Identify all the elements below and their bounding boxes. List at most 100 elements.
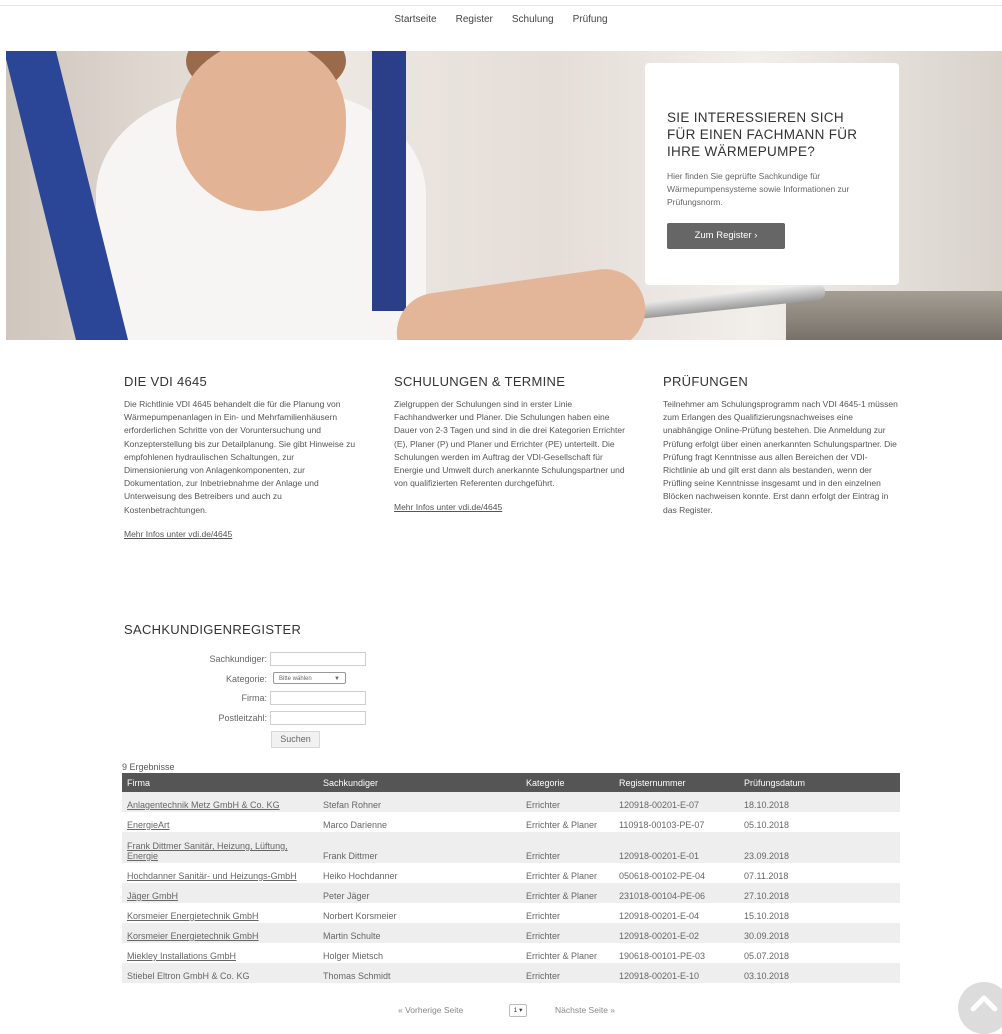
mehr-infos-link[interactable]: Mehr Infos unter vdi.de/4645 xyxy=(124,529,232,539)
cell-firma: Jäger GmbH xyxy=(122,883,318,903)
cell-registernummer: 050618-00102-PE-04 xyxy=(619,871,706,881)
main-nav: Startseite Register Schulung Prüfung xyxy=(0,14,1002,25)
info-column-schulungen: SCHULUNGEN & TERMINE Zielgruppen der Sch… xyxy=(394,374,629,513)
cell-sachkundiger: Frank Dittmer xyxy=(318,832,521,863)
cell-kategorie: Errichter & Planer xyxy=(526,871,598,881)
hero-title: SIE INTERESSIEREN SICH FÜR EINEN FACHMAN… xyxy=(667,110,858,159)
suchen-button[interactable]: Suchen xyxy=(271,731,320,748)
column-title: SCHULUNGEN & TERMINE xyxy=(394,374,566,389)
firma-link[interactable]: Hochdanner Sanitär- und Heizungs-GmbH xyxy=(127,871,297,881)
form-row-kategorie: Kategorie: Bitte wählen ▼ xyxy=(130,672,430,686)
firma-link[interactable]: Miekley Installations GmbH xyxy=(127,951,236,961)
cell-firma: Korsmeier Energietechnik GmbH xyxy=(122,903,318,923)
hero-arm-shape xyxy=(391,263,651,340)
firma-link[interactable]: Korsmeier Energietechnik GmbH xyxy=(127,911,259,921)
column-text: Die Richtlinie VDI 4645 behandelt die fü… xyxy=(124,399,356,515)
table-row: Miekley Installations GmbH Holger Mietsch… xyxy=(122,943,900,963)
cell-kategorie: Errichter & Planer xyxy=(526,820,598,830)
chevron-down-icon: ▼ xyxy=(334,676,340,682)
column-header-pruefungsdatum[interactable]: Prüfungsdatum xyxy=(739,773,900,792)
cell-kategorie: Errichter xyxy=(521,792,614,812)
cell-pruefungsdatum: 23.09.2018 xyxy=(739,832,900,863)
plz-input[interactable] xyxy=(270,711,366,725)
column-title: DIE VDI 4645 xyxy=(124,374,208,389)
cell-registernummer: 120918-00201-E-02 xyxy=(614,923,739,943)
hero-strap-shape xyxy=(372,51,406,311)
cell-registernummer: 231018-00104-PE-06 xyxy=(614,883,739,903)
cell-firma: Frank Dittmer Sanitär, Heizung, Lüftung,… xyxy=(122,832,318,863)
cell-firma: Korsmeier Energietechnik GmbH xyxy=(122,923,318,943)
page-select[interactable]: 1 ▾ xyxy=(509,1004,527,1017)
table-row: Korsmeier Energietechnik GmbH Martin Schu… xyxy=(122,923,900,943)
cell-sachkundiger: Stefan Rohner xyxy=(318,792,521,812)
column-text: Teilnehmer am Schulungsprogramm nach VDI… xyxy=(663,399,898,515)
form-row-plz: Postleitzahl: xyxy=(130,711,430,725)
kategorie-label: Kategorie: xyxy=(225,674,267,684)
table-header-row: Firma Sachkundiger Kategorie Registernum… xyxy=(122,773,900,792)
cell-kategorie: Errichter & Planer xyxy=(521,883,614,903)
cell-firma: Hochdanner Sanitär- und Heizungs-GmbH xyxy=(122,863,318,883)
cell-pruefungsdatum: 03.10.2018 xyxy=(739,963,900,983)
kategorie-selected-value: Bitte wählen xyxy=(279,676,312,682)
cell-sachkundiger: Martin Schulte xyxy=(318,923,521,943)
cell-pruefungsdatum: 27.10.2018 xyxy=(739,883,900,903)
cell-sachkundiger: Norbert Korsmeier xyxy=(323,911,397,921)
table-row: Anlagentechnik Metz GmbH & Co. KG Stefan … xyxy=(122,792,900,812)
prev-page-link[interactable]: « Vorherige Seite xyxy=(398,1005,463,1015)
register-table: Firma Sachkundiger Kategorie Registernum… xyxy=(122,773,900,983)
table-row: Jäger GmbH Peter Jäger Errichter & Planer 2… xyxy=(122,883,900,903)
column-header-registernummer[interactable]: Registernummer xyxy=(614,773,739,792)
table-row: Stiebel Eltron GmbH & Co. KG Thomas Schmi… xyxy=(122,963,900,983)
next-page-link[interactable]: Nächste Seite » xyxy=(555,1005,615,1015)
cell-pruefungsdatum: 30.09.2018 xyxy=(739,923,900,943)
firma-link[interactable]: Jäger GmbH xyxy=(127,891,178,901)
column-text: Zielgruppen der Schulungen sind in erste… xyxy=(394,399,625,489)
nav-startseite[interactable]: Startseite xyxy=(394,14,436,25)
page-number: 1 xyxy=(513,1007,518,1014)
cell-sachkundiger: Holger Mietsch xyxy=(323,951,384,961)
result-count: 9 Ergebnisse xyxy=(122,762,175,772)
firma-link[interactable]: Anlagentechnik Metz GmbH & Co. KG xyxy=(127,800,280,810)
info-column-pruefungen: PRÜFUNGEN Teilnehmer am Schulungsprogram… xyxy=(663,374,898,517)
nav-register[interactable]: Register xyxy=(456,14,493,25)
chevron-up-icon xyxy=(970,995,998,1012)
kategorie-select[interactable]: Bitte wählen ▼ xyxy=(273,672,346,684)
firma-link[interactable]: Frank Dittmer Sanitär, Heizung, Lüftung,… xyxy=(127,841,288,861)
sachkundiger-input[interactable] xyxy=(270,652,366,666)
mehr-infos-link[interactable]: Mehr Infos unter vdi.de/4645 xyxy=(394,502,502,512)
cell-sachkundiger: Thomas Schmidt xyxy=(318,963,521,983)
cell-firma: EnergieArt xyxy=(122,812,318,832)
cell-sachkundiger: Heiko Hochdanner xyxy=(323,871,398,881)
cell-sachkundiger: Peter Jäger xyxy=(318,883,521,903)
scroll-to-top-button[interactable] xyxy=(958,982,1002,1034)
form-row-firma: Firma: xyxy=(130,691,430,705)
cell-pruefungsdatum: 15.10.2018 xyxy=(744,911,790,921)
firma-link[interactable]: EnergieArt xyxy=(127,820,170,830)
cell-firma: Stiebel Eltron GmbH & Co. KG xyxy=(122,963,318,983)
cell-firma: Anlagentechnik Metz GmbH & Co. KG xyxy=(122,792,318,812)
table-row: EnergieArt Marco Darienne Errichter & Plan… xyxy=(122,812,900,832)
cell-pruefungsdatum: 18.10.2018 xyxy=(739,792,900,812)
cell-kategorie: Errichter xyxy=(521,923,614,943)
cell-pruefungsdatum: 07.11.2018 xyxy=(744,871,789,881)
column-header-kategorie[interactable]: Kategorie xyxy=(521,773,614,792)
cell-kategorie: Errichter & Planer xyxy=(526,951,598,961)
nav-schulung[interactable]: Schulung xyxy=(512,14,554,25)
column-title: PRÜFUNGEN xyxy=(663,374,749,389)
cell-pruefungsdatum: 05.10.2018 xyxy=(744,820,790,830)
firma-input[interactable] xyxy=(270,691,366,705)
hero-text: Hier finden Sie geprüfte Sachkundige für… xyxy=(667,171,850,207)
hero-card: SIE INTERESSIEREN SICH FÜR EINEN FACHMAN… xyxy=(645,63,899,285)
column-header-firma[interactable]: Firma xyxy=(122,773,318,792)
table-row: Hochdanner Sanitär- und Heizungs-GmbH Hei… xyxy=(122,863,900,883)
cell-registernummer: 120918-00201-E-07 xyxy=(614,792,739,812)
plz-label: Postleitzahl: xyxy=(218,713,267,723)
firma-link[interactable]: Korsmeier Energietechnik GmbH xyxy=(127,931,259,941)
nav-pruefung[interactable]: Prüfung xyxy=(573,14,608,25)
cell-registernummer: 120918-00201-E-01 xyxy=(614,832,739,863)
cell-registernummer: 120918-00201-E-10 xyxy=(614,963,739,983)
zum-register-button[interactable]: Zum Register › xyxy=(667,223,785,249)
cell-kategorie: Errichter xyxy=(526,911,561,921)
firma-label: Firma: xyxy=(241,693,268,703)
column-header-sachkundiger[interactable]: Sachkundiger xyxy=(318,773,521,792)
